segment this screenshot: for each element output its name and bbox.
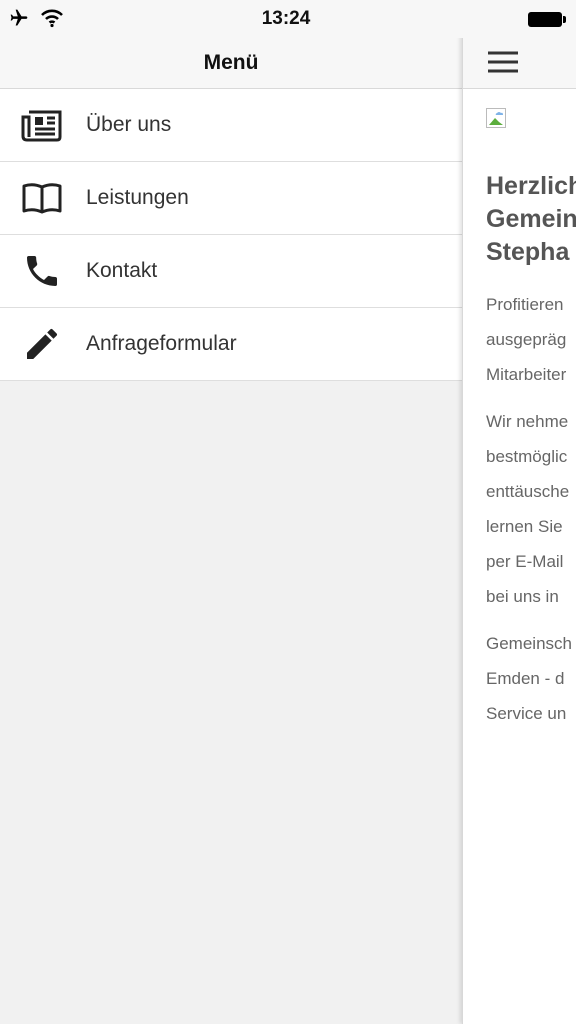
- text-line: Profitieren: [486, 295, 564, 314]
- page-heading: Herzlich Gemein Stepha: [486, 170, 576, 269]
- menu-item-label: Kontakt: [86, 259, 158, 282]
- menu-item-label: Anfrageformular: [86, 332, 237, 355]
- text-line: Emden - d: [486, 669, 565, 688]
- battery-icon: [528, 12, 566, 27]
- paragraph: Profitieren ausgepräg Mitarbeiter: [486, 287, 576, 392]
- side-menu: Menü Über uns Leistungen Kontakt Anfrage…: [0, 0, 462, 1024]
- text-line: Mitarbeiter: [486, 365, 567, 384]
- menu-item-label: Leistungen: [86, 186, 189, 209]
- text-line: Gemeinsch: [486, 634, 572, 653]
- menu-item-leistungen[interactable]: Leistungen: [0, 162, 462, 235]
- newspaper-icon: [0, 106, 86, 144]
- status-time: 13:24: [261, 8, 311, 29]
- menu-title: Menü: [203, 51, 259, 74]
- pencil-icon: [0, 324, 86, 364]
- heading-line: Herzlich: [486, 172, 576, 200]
- content-panel: Herzlich Gemein Stepha Profitieren ausge…: [462, 0, 576, 1024]
- status-bar: 13:24: [0, 0, 576, 38]
- book-icon: [0, 180, 86, 216]
- content-header: [463, 38, 576, 89]
- menu-item-kontakt[interactable]: Kontakt: [0, 235, 462, 308]
- text-line: Service un: [486, 704, 567, 723]
- text-line: bestmöglic: [486, 447, 568, 466]
- menu-item-ueber-uns[interactable]: Über uns: [0, 89, 462, 162]
- text-line: bei uns in: [486, 587, 559, 606]
- heading-line: Stepha: [486, 238, 570, 266]
- phone-icon: [0, 251, 86, 291]
- paragraph: Wir nehme bestmöglic enttäusche lernen S…: [486, 404, 576, 614]
- text-line: enttäusche: [486, 482, 570, 501]
- content-body: Herzlich Gemein Stepha Profitieren ausge…: [486, 108, 576, 743]
- menu-header: Menü: [0, 38, 462, 89]
- menu-list: Über uns Leistungen Kontakt Anfrageformu…: [0, 89, 462, 381]
- paragraph: Gemeinsch Emden - d Service un: [486, 626, 576, 731]
- text-line: lernen Sie: [486, 517, 563, 536]
- menu-item-anfrageformular[interactable]: Anfrageformular: [0, 308, 462, 381]
- broken-image-icon: [486, 108, 506, 128]
- text-line: ausgepräg: [486, 330, 567, 349]
- hamburger-menu-icon[interactable]: [487, 46, 519, 78]
- text-line: Wir nehme: [486, 412, 569, 431]
- heading-line: Gemein: [486, 205, 576, 233]
- menu-item-label: Über uns: [86, 113, 172, 136]
- text-line: per E-Mail: [486, 552, 564, 571]
